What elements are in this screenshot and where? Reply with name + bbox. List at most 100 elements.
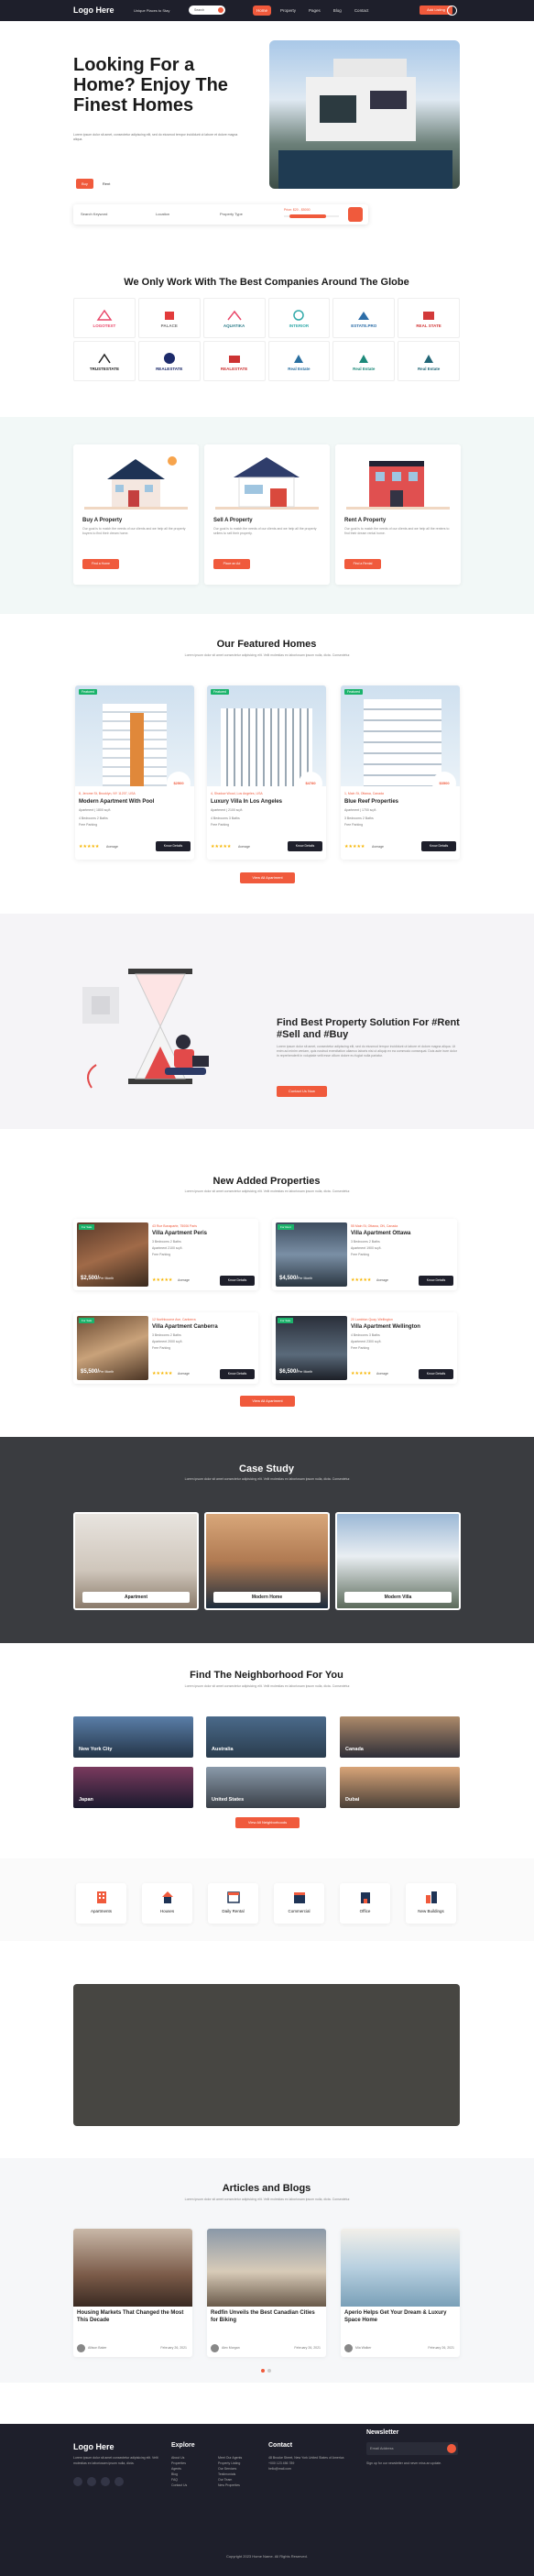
know-details-button[interactable]: Know Details: [220, 1276, 255, 1286]
carousel-dot[interactable]: [261, 2369, 265, 2373]
property-type-select[interactable]: Property Type: [220, 212, 243, 216]
company-logo[interactable]: PALACE: [137, 298, 201, 338]
header-search-input[interactable]: Search: [189, 5, 225, 15]
neighborhood-card[interactable]: Australia: [206, 1716, 326, 1758]
company-logo[interactable]: Real Estate: [267, 341, 331, 381]
neighborhood-card[interactable]: Japan: [73, 1767, 193, 1808]
company-logo[interactable]: REAL STATE: [398, 298, 460, 338]
category-office[interactable]: Office: [340, 1883, 390, 1924]
company-logo[interactable]: ESTATE.PRO: [332, 298, 396, 338]
property-title: Luxury Villa In Los Angeles: [211, 799, 283, 805]
price-range-slider[interactable]: [284, 214, 339, 218]
location-select[interactable]: Location: [156, 212, 169, 216]
footer-logo[interactable]: Logo Here: [73, 2442, 114, 2451]
case-study-card[interactable]: Modern Villa: [335, 1512, 461, 1610]
company-logo[interactable]: INTERIOR: [267, 298, 331, 338]
new-property-card[interactable]: For Sale $2,500/Per Month 43 Rue Bonapar…: [73, 1219, 258, 1290]
blog-card[interactable]: Redfin Unveils the Best Canadian Cities …: [207, 2229, 326, 2357]
search-icon[interactable]: [218, 7, 223, 13]
rating-stars-icon: ★★★★★: [79, 844, 100, 850]
house-illustration: [215, 457, 319, 510]
know-details-button[interactable]: Know Details: [220, 1369, 255, 1379]
footer-link[interactable]: New Properties: [218, 2483, 242, 2488]
new-property-card[interactable]: For Sale $5,500/Per Month 12 Northbourne…: [73, 1312, 258, 1384]
location: 4, Shadow Wood, Los Angeles, USA: [211, 792, 263, 795]
view-all-neighborhoods-button[interactable]: View All Neighborhoods: [235, 1817, 300, 1828]
logo[interactable]: Logo Here: [73, 5, 114, 15]
price-badge: $2500: [167, 772, 191, 795]
tab-rent[interactable]: Rent: [97, 179, 115, 189]
find-rental-button[interactable]: Find a Rental: [344, 559, 381, 569]
neighborhood-card[interactable]: United States: [206, 1767, 326, 1808]
instagram-icon[interactable]: [101, 2477, 110, 2486]
category-houses[interactable]: Houses: [142, 1883, 192, 1924]
company-logo[interactable]: AQUATIKA: [202, 298, 266, 338]
copyright: Copyright 2023 Home Name. All Rights Res…: [226, 2554, 308, 2559]
know-details-button[interactable]: Know Details: [419, 1369, 453, 1379]
map-embed[interactable]: [73, 1984, 460, 2126]
know-details-button[interactable]: Know Details: [421, 841, 456, 851]
neighborhood-card[interactable]: Dubai: [340, 1767, 460, 1808]
find-home-button[interactable]: Find a Home: [82, 559, 119, 569]
contact-us-button[interactable]: Contact Us Now: [277, 1086, 327, 1097]
view-all-apartment-button[interactable]: View All Apartment: [240, 872, 295, 883]
blog-title[interactable]: Aperio Helps Get Your Dream & Luxury Spa…: [344, 2309, 456, 2324]
search-submit-button[interactable]: [348, 207, 363, 222]
send-icon[interactable]: [447, 2444, 456, 2453]
price: $2,500/Per Month: [81, 1276, 114, 1281]
case-study-card[interactable]: Modern Home: [204, 1512, 330, 1610]
newsletter-email-input[interactable]: Email Address: [366, 2442, 458, 2455]
company-logos: LOGOTEXT PALACE AQUATIKA INTERIOR ESTATE…: [73, 298, 460, 381]
company-logo[interactable]: Real Estate: [398, 341, 460, 381]
category-commercial[interactable]: Commercial: [274, 1883, 324, 1924]
neighborhood-card[interactable]: New York City: [73, 1716, 193, 1758]
blog-title[interactable]: Redfin Unveils the Best Canadian Cities …: [211, 2309, 322, 2324]
blog-card[interactable]: Housing Markets That Changed the Most Th…: [73, 2229, 192, 2357]
blog-card[interactable]: Aperio Helps Get Your Dream & Luxury Spa…: [341, 2229, 460, 2357]
nav-contact[interactable]: Contact: [351, 5, 373, 16]
property-features: Free Parking: [344, 823, 364, 827]
know-details-button[interactable]: Know Details: [156, 841, 191, 851]
know-details-button[interactable]: Know Details: [288, 841, 322, 851]
nav-pages[interactable]: Pages: [305, 5, 324, 16]
tab-buy[interactable]: Buy: [76, 179, 93, 189]
company-logo[interactable]: REALESTATE: [137, 341, 201, 381]
neighborhood-card[interactable]: Canada: [340, 1716, 460, 1758]
case-study-card[interactable]: Apartment: [73, 1512, 199, 1610]
category-apartments[interactable]: Apartments: [76, 1883, 126, 1924]
category-daily-rental[interactable]: Daily Rental: [208, 1883, 258, 1924]
view-all-apartment-button[interactable]: View All Apartment: [240, 1396, 295, 1407]
linkedin-icon[interactable]: [114, 2477, 124, 2486]
rating-label: Average: [178, 1372, 190, 1376]
keyword-field[interactable]: Search Keyword: [81, 212, 107, 216]
facebook-icon[interactable]: [73, 2477, 82, 2486]
property-features: Free Parking: [152, 1346, 171, 1350]
company-logo[interactable]: Real Estate: [332, 341, 396, 381]
twitter-icon[interactable]: [87, 2477, 96, 2486]
rating-stars-icon: ★★★★★: [211, 844, 232, 850]
featured-card[interactable]: Featured $4780 4, Shadow Wood, Los Angel…: [207, 685, 326, 860]
nav-property[interactable]: Property: [277, 5, 300, 16]
featured-card[interactable]: Featured $2500 8, Jerome St, Brooklyn, N…: [75, 685, 194, 860]
carousel-dot[interactable]: [267, 2369, 271, 2373]
place-ad-button[interactable]: Place an Ad: [213, 559, 250, 569]
new-added-subtitle: Lorem ipsum dolor sit amet consectetur a…: [184, 1189, 351, 1193]
company-logo[interactable]: REALESTATE: [202, 341, 266, 381]
status-badge: For Sale: [278, 1318, 294, 1323]
contact-email[interactable]: hello@mail.com: [268, 2466, 351, 2472]
new-property-card[interactable]: For Sale $6,500/Per Month 20 Lambton Qua…: [272, 1312, 457, 1384]
nav-home[interactable]: Home: [253, 5, 272, 16]
user-icon[interactable]: [447, 5, 457, 16]
featured-card[interactable]: Featured $3500 1, Main St, Ottawa, Canad…: [341, 685, 460, 860]
new-property-card[interactable]: For Rent $4,500/Per Month 55 Main St, Ot…: [272, 1219, 457, 1290]
category-new-buildings[interactable]: New Buildings: [406, 1883, 456, 1924]
know-details-button[interactable]: Know Details: [419, 1276, 453, 1286]
blog-title[interactable]: Housing Markets That Changed the Most Th…: [77, 2309, 189, 2324]
rating-label: Average: [106, 845, 118, 849]
footer-link[interactable]: Contact Us: [171, 2483, 187, 2488]
nav-blog[interactable]: Blog: [330, 5, 345, 16]
property-features: Free Parking: [152, 1253, 171, 1256]
property-features: 3 Bedrooms 2 Baths: [351, 1240, 380, 1244]
company-logo[interactable]: LOGOTEXT: [73, 298, 136, 338]
company-logo[interactable]: TRUSTESTATE: [73, 341, 136, 381]
